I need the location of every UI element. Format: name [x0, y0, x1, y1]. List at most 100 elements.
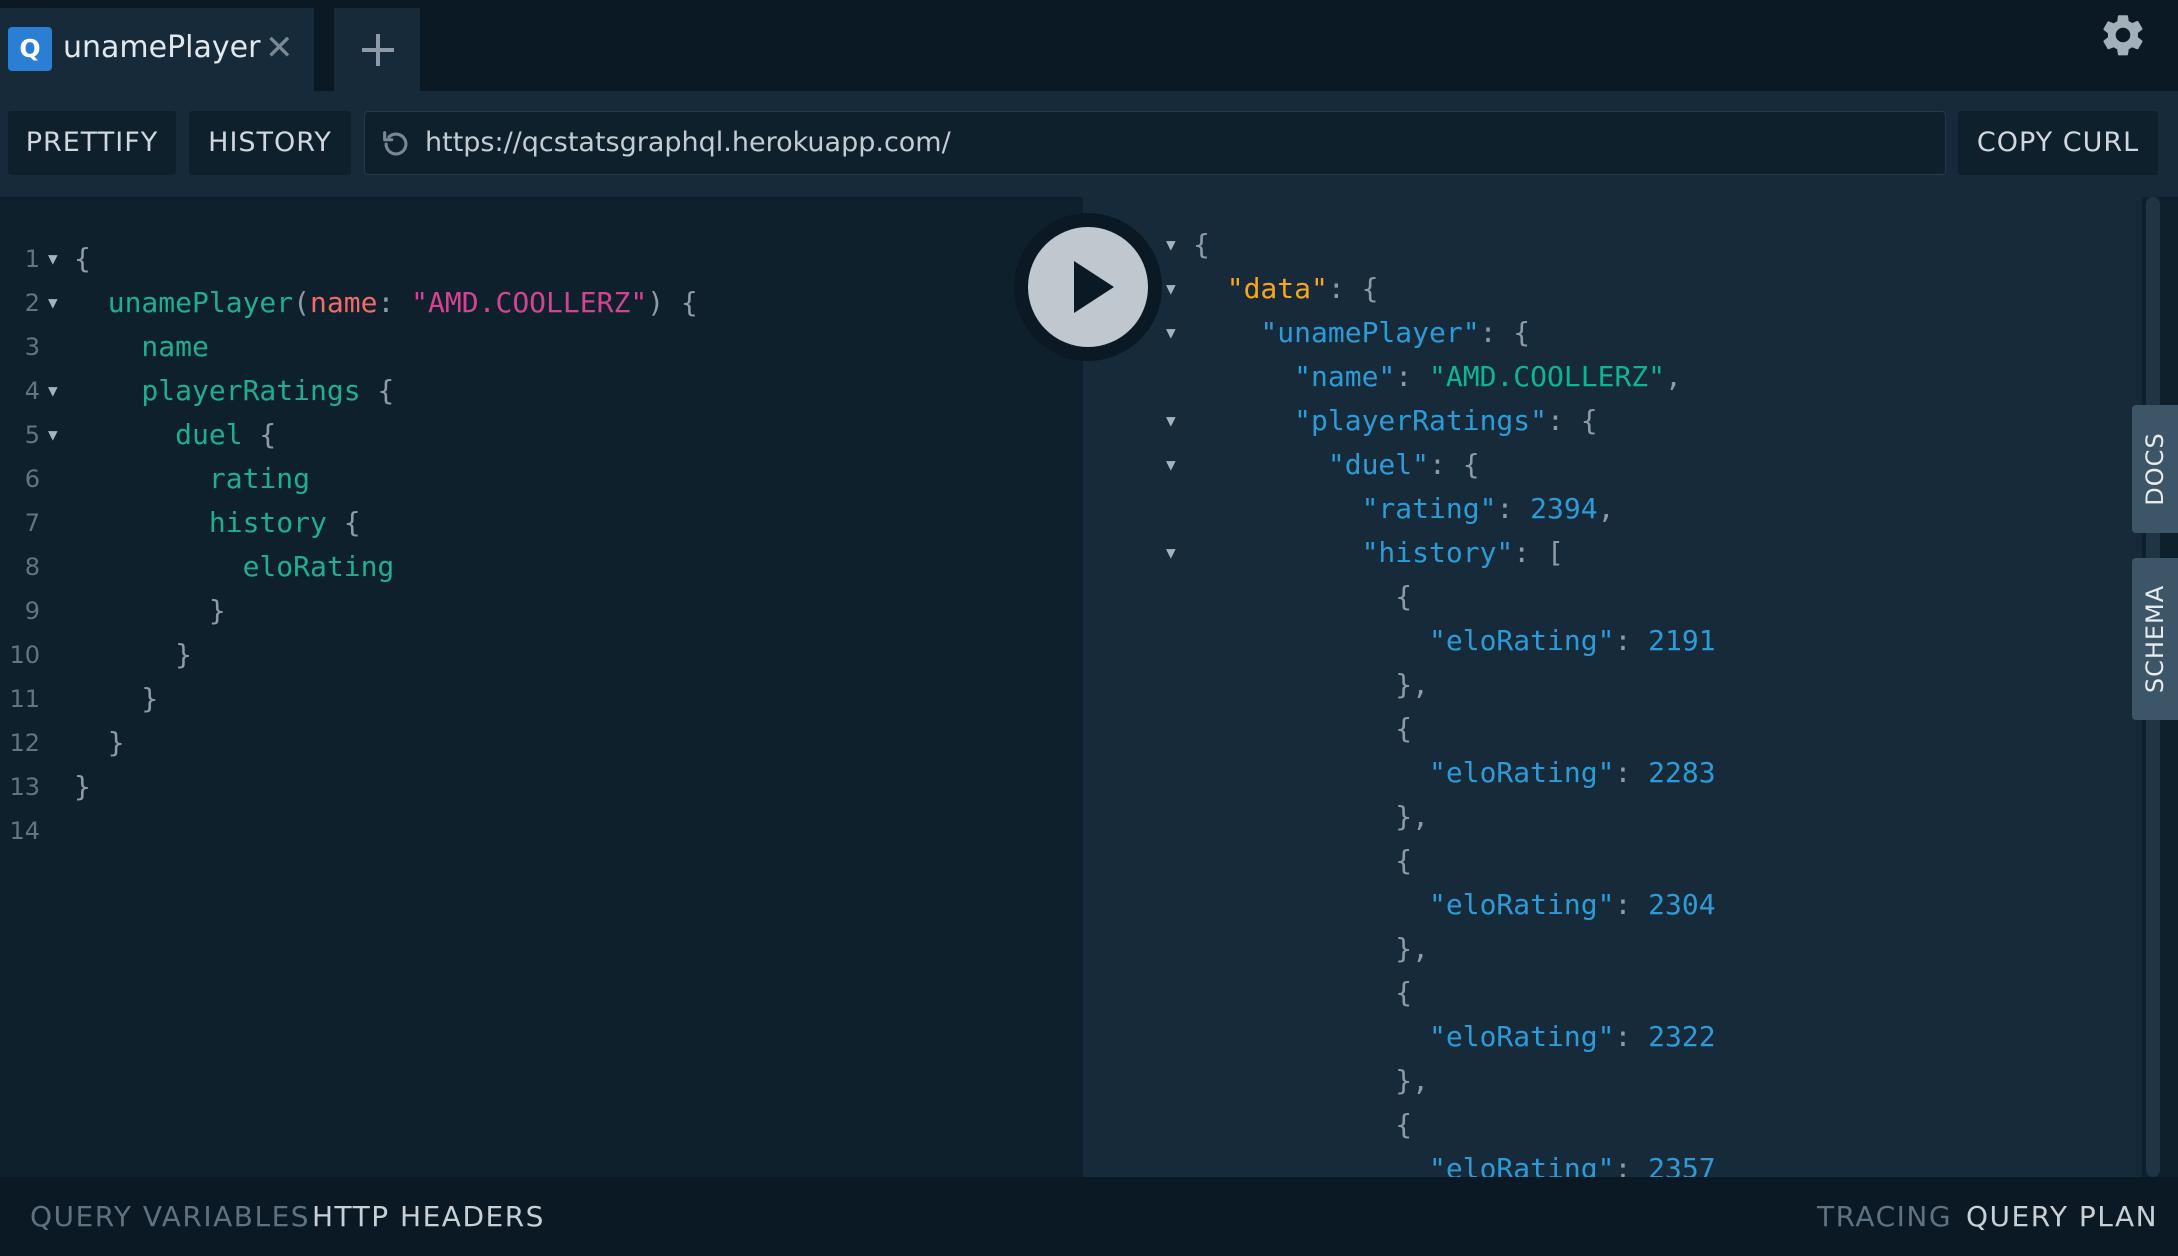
line-number: 14 [9, 817, 40, 845]
fold-icon[interactable]: ▼ [48, 369, 58, 413]
query-line: 10 } [0, 633, 1060, 677]
query-variables-tab[interactable]: QUERY VARIABLES [30, 1197, 310, 1237]
json-text: }, [1193, 668, 1430, 701]
schema-tab[interactable]: SCHEMA [2132, 558, 2178, 720]
result-line: }, [1083, 927, 2142, 971]
schema-tab-label: SCHEMA [2141, 584, 2169, 694]
fold-icon[interactable]: ▼ [48, 413, 58, 457]
json-text: { [1193, 1108, 1413, 1141]
query-plan-tab[interactable]: QUERY PLAN [1966, 1197, 2158, 1237]
result-line: { [1083, 839, 2142, 883]
code-text: } [74, 682, 159, 715]
result-line: "eloRating": 2191 [1083, 619, 2142, 663]
json-text: "playerRatings": { [1193, 404, 1598, 437]
json-text: }, [1193, 1064, 1430, 1097]
query-line: 3 name [0, 325, 1060, 369]
copy-curl-button[interactable]: COPY CURL [1958, 111, 2158, 175]
endpoint-url-input[interactable]: https://qcstatsgraphql.herokuapp.com/ [364, 111, 1946, 175]
result-line: ▼ "unamePlayer": { [1083, 311, 2142, 355]
fold-icon[interactable]: ▼ [1166, 223, 1176, 267]
prettify-button[interactable]: PRETTIFY [8, 111, 176, 175]
code-text: unamePlayer(name: "AMD.COOLLERZ") { [74, 286, 698, 319]
code-text: rating [74, 462, 311, 495]
json-text: { [1193, 228, 1210, 261]
json-text: "name": "AMD.COOLLERZ", [1193, 360, 1682, 393]
http-headers-tab[interactable]: HTTP HEADERS [312, 1197, 545, 1237]
query-line: 2 ▼ unamePlayer(name: "AMD.COOLLERZ") { [0, 281, 1060, 325]
json-text: "eloRating": 2191 [1193, 624, 1716, 657]
json-text: "eloRating": 2322 [1193, 1020, 1716, 1053]
fold-icon[interactable]: ▼ [48, 237, 58, 281]
code-text: history { [74, 506, 361, 539]
result-line: "rating": 2394, [1083, 487, 2142, 531]
result-line: "eloRating": 2322 [1083, 1015, 2142, 1059]
query-line: 14 [0, 809, 1060, 853]
result-line: "eloRating": 2357 [1083, 1147, 2142, 1177]
docs-tab[interactable]: DOCS [2132, 405, 2178, 533]
fold-icon[interactable]: ▼ [48, 281, 58, 325]
query-line: 4 ▼ playerRatings { [0, 369, 1060, 413]
query-line: 12 } [0, 721, 1060, 765]
query-line: 7 history { [0, 501, 1060, 545]
history-button[interactable]: HISTORY [189, 111, 351, 175]
json-text: "unamePlayer": { [1193, 316, 1531, 349]
gear-icon[interactable] [2098, 10, 2148, 60]
result-line: "eloRating": 2283 [1083, 751, 2142, 795]
query-line: 13} [0, 765, 1060, 809]
result-line: }, [1083, 1059, 2142, 1103]
line-number: 7 [24, 509, 40, 537]
add-tab-button[interactable] [334, 8, 420, 91]
result-line: ▼ "data": { [1083, 267, 2142, 311]
query-line: 5 ▼ duel { [0, 413, 1060, 457]
tab-title: unamePlayer [63, 30, 261, 65]
line-number: 10 [9, 641, 40, 669]
json-text: { [1193, 844, 1413, 877]
code-text: } [74, 594, 226, 627]
result-line: }, [1083, 795, 2142, 839]
docs-tab-label: DOCS [2141, 432, 2169, 506]
json-text: { [1193, 712, 1413, 745]
json-text: "history": [ [1193, 536, 1564, 569]
result-line: { [1083, 707, 2142, 751]
tab-unameplayer[interactable]: Q unamePlayer ✕ [0, 8, 314, 91]
fold-icon[interactable]: ▼ [1166, 311, 1176, 355]
toolbar: PRETTIFY HISTORY https://qcstatsgraphql.… [0, 91, 2178, 197]
fold-icon[interactable]: ▼ [1166, 443, 1176, 487]
query-line: 1 ▼ { [0, 237, 1060, 281]
result-line: ▼{ [1083, 223, 2142, 267]
fold-icon[interactable]: ▼ [1166, 531, 1176, 575]
line-number: 2 [24, 289, 40, 317]
tracing-tab[interactable]: TRACING [1817, 1197, 1952, 1237]
reload-icon[interactable] [379, 127, 413, 161]
code-text: } [74, 638, 193, 671]
query-line: 8 eloRating [0, 545, 1060, 589]
code-text: playerRatings { [74, 374, 395, 407]
line-number: 3 [24, 333, 40, 361]
line-number: 11 [9, 685, 40, 713]
execute-query-button[interactable] [1014, 213, 1162, 361]
result-line: { [1083, 971, 2142, 1015]
bottom-bar: QUERY VARIABLES HTTP HEADERS TRACING QUE… [0, 1177, 2178, 1256]
result-line: ▼ "history": [ [1083, 531, 2142, 575]
line-number: 4 [24, 377, 40, 405]
close-icon[interactable]: ✕ [265, 28, 294, 68]
line-number: 8 [24, 553, 40, 581]
json-text: "duel": { [1193, 448, 1480, 481]
line-number: 13 [9, 773, 40, 801]
json-text: "eloRating": 2283 [1193, 756, 1716, 789]
code-text: { [74, 242, 91, 275]
query-icon: Q [8, 27, 52, 71]
result-line: { [1083, 575, 2142, 619]
code-text: } [74, 726, 125, 759]
line-number: 5 [24, 421, 40, 449]
json-text: { [1193, 580, 1413, 613]
result-line: "name": "AMD.COOLLERZ", [1083, 355, 2142, 399]
code-text: duel { [74, 418, 277, 451]
query-editor[interactable]: 1 ▼ {2 ▼ unamePlayer(name: "AMD.COOLLERZ") … [0, 197, 1083, 1177]
fold-icon[interactable]: ▼ [1166, 399, 1176, 443]
line-number: 12 [9, 729, 40, 757]
result-line: "eloRating": 2304 [1083, 883, 2142, 927]
fold-icon[interactable]: ▼ [1166, 267, 1176, 311]
query-line: 11 } [0, 677, 1060, 721]
endpoint-url-text: https://qcstatsgraphql.herokuapp.com/ [425, 127, 951, 158]
